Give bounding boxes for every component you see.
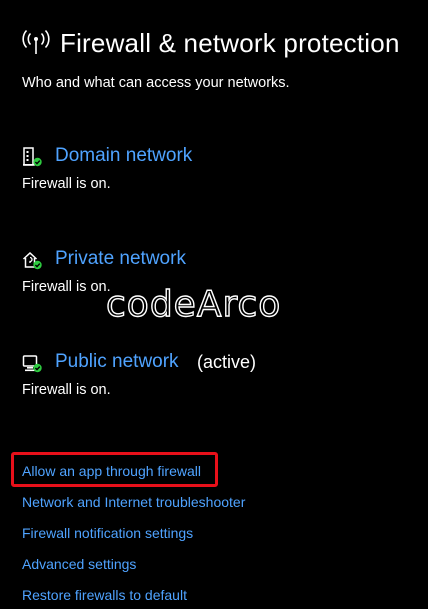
network-troubleshooter-link[interactable]: Network and Internet troubleshooter <box>22 493 245 511</box>
private-home-icon <box>22 251 42 270</box>
page-subtitle: Who and what can access your networks. <box>22 75 290 91</box>
private-network-section: Private network Firewall is on. <box>22 246 412 295</box>
domain-building-icon <box>23 147 42 167</box>
restore-firewalls-default-link[interactable]: Restore firewalls to default <box>22 586 187 604</box>
public-computer-icon <box>22 355 42 373</box>
private-network-status: Firewall is on. <box>22 279 111 295</box>
wireless-antenna-icon <box>22 29 50 54</box>
public-network-status: Firewall is on. <box>22 382 111 398</box>
page-header: Firewall & network protection <box>22 26 422 60</box>
domain-network-section: Domain network Firewall is on. <box>22 143 412 192</box>
domain-network-status: Firewall is on. <box>22 176 111 192</box>
firewall-notification-settings-link[interactable]: Firewall notification settings <box>22 524 193 542</box>
public-network-section: Public network (active) Firewall is on. <box>22 349 412 398</box>
highlight-box <box>11 452 218 487</box>
page-title: Firewall & network protection <box>60 28 400 58</box>
watermark-text: codeArco <box>105 283 282 325</box>
advanced-settings-link[interactable]: Advanced settings <box>22 555 136 573</box>
active-network-label: (active) <box>197 352 257 372</box>
domain-network-link[interactable]: Domain network <box>55 143 192 169</box>
public-network-link[interactable]: Public network <box>55 349 179 375</box>
private-network-link[interactable]: Private network <box>55 246 186 272</box>
